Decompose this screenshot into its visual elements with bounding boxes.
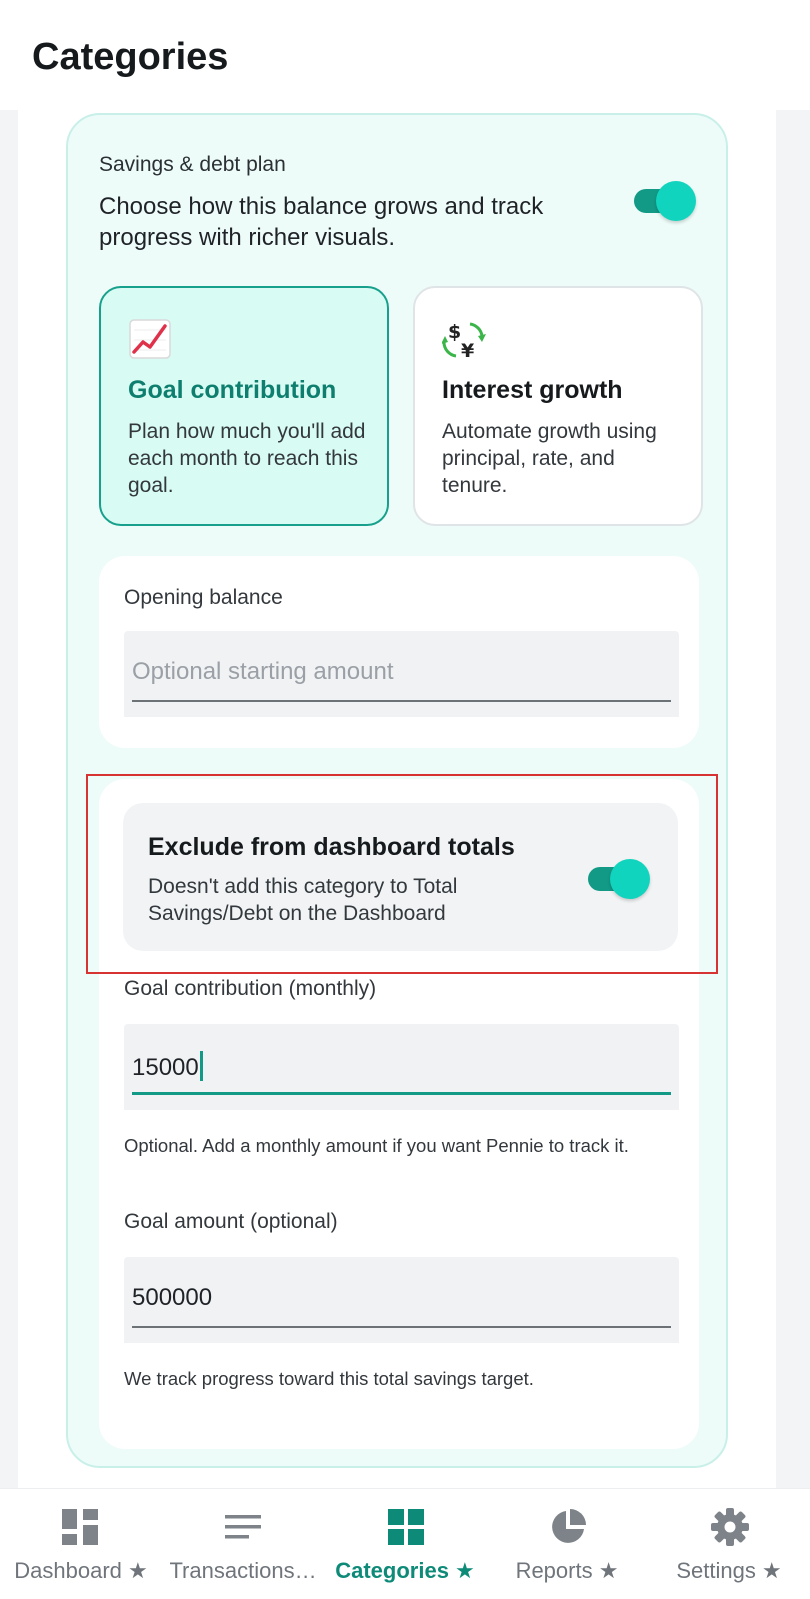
goal-contribution-card: Exclude from dashboard totals Doesn't ad… bbox=[99, 779, 699, 1449]
nav-item-settings[interactable]: Settings ★ bbox=[648, 1489, 810, 1599]
content-sheet: Savings & debt plan Choose how this bala… bbox=[18, 110, 776, 1488]
nav-label-settings: Settings ★ bbox=[676, 1558, 782, 1583]
goal-contribution-label: Goal contribution (monthly) bbox=[124, 977, 377, 1000]
opening-balance-placeholder: Optional starting amount bbox=[132, 658, 394, 685]
goal-amount-input[interactable]: 500000 bbox=[124, 1257, 679, 1343]
goal-contribution-input[interactable]: 15000 bbox=[124, 1024, 679, 1110]
page-title: Categories bbox=[32, 36, 229, 78]
mode-interest-growth-card[interactable]: $ ¥ Interest growth Automate growth usin… bbox=[413, 286, 703, 526]
mode-interest-title: Interest growth bbox=[442, 376, 623, 404]
svg-text:¥: ¥ bbox=[461, 340, 474, 360]
exclude-description: Doesn't add this category to Total Savin… bbox=[148, 875, 458, 925]
chart-increasing-icon bbox=[129, 319, 171, 359]
mode-goal-description: Plan how much you'll add each month to r… bbox=[128, 420, 366, 497]
plan-toggle[interactable] bbox=[634, 181, 696, 221]
reports-pie-icon bbox=[552, 1509, 586, 1543]
plan-description: Choose how this balance grows and track … bbox=[99, 193, 544, 251]
nav-label-dashboard: Dashboard ★ bbox=[14, 1558, 148, 1583]
goal-contribution-value: 15000 bbox=[132, 1054, 199, 1081]
nav-item-transactions[interactable]: Transactions… bbox=[162, 1489, 324, 1599]
text-caret bbox=[199, 1051, 203, 1081]
nav-item-dashboard[interactable]: Dashboard ★ bbox=[0, 1489, 162, 1599]
exclude-title: Exclude from dashboard totals bbox=[148, 833, 515, 861]
goal-amount-hint: We track progress toward this total savi… bbox=[124, 1368, 534, 1389]
scroll-area[interactable]: Savings & debt plan Choose how this bala… bbox=[0, 110, 810, 1488]
goal-amount-value: 500000 bbox=[132, 1284, 213, 1311]
nav-label-categories: Categories ★ bbox=[335, 1558, 475, 1583]
bottom-navigation: Dashboard ★ Transactions… Categories ★ R… bbox=[0, 1488, 810, 1599]
goal-contribution-value-wrap: 15000 bbox=[132, 1051, 203, 1082]
exclude-toggle-thumb bbox=[610, 859, 650, 899]
mode-goal-title: Goal contribution bbox=[128, 376, 337, 404]
goal-contribution-hint: Optional. Add a monthly amount if you wa… bbox=[124, 1135, 629, 1156]
opening-balance-card: Opening balance Optional starting amount bbox=[99, 556, 699, 748]
nav-item-reports[interactable]: Reports ★ bbox=[486, 1489, 648, 1599]
exclude-toggle[interactable] bbox=[588, 859, 650, 899]
nav-label-transactions: Transactions… bbox=[169, 1558, 317, 1583]
plan-heading: Savings & debt plan bbox=[99, 153, 286, 176]
savings-debt-plan-card: Savings & debt plan Choose how this bala… bbox=[66, 113, 728, 1468]
transactions-icon bbox=[225, 1515, 261, 1539]
app-header: Categories bbox=[0, 0, 810, 110]
goal-contribution-underline bbox=[132, 1092, 671, 1095]
settings-gear-icon bbox=[711, 1508, 749, 1546]
currency-exchange-icon: $ ¥ bbox=[442, 321, 486, 360]
svg-text:$: $ bbox=[448, 321, 461, 343]
dashboard-icon bbox=[62, 1509, 98, 1545]
exclude-dashboard-totals-row[interactable]: Exclude from dashboard totals Doesn't ad… bbox=[123, 803, 678, 951]
opening-balance-input[interactable]: Optional starting amount bbox=[124, 631, 679, 717]
goal-amount-underline bbox=[132, 1326, 671, 1328]
opening-balance-label: Opening balance bbox=[124, 586, 283, 609]
nav-item-categories[interactable]: Categories ★ bbox=[324, 1489, 486, 1599]
goal-amount-label: Goal amount (optional) bbox=[124, 1210, 338, 1233]
mode-goal-contribution-card[interactable]: Goal contribution Plan how much you'll a… bbox=[99, 286, 389, 526]
nav-label-reports: Reports ★ bbox=[515, 1558, 619, 1583]
plan-toggle-thumb bbox=[656, 181, 696, 221]
mode-interest-description: Automate growth using principal, rate, a… bbox=[442, 420, 657, 497]
categories-icon bbox=[388, 1509, 424, 1545]
opening-balance-underline bbox=[132, 700, 671, 702]
